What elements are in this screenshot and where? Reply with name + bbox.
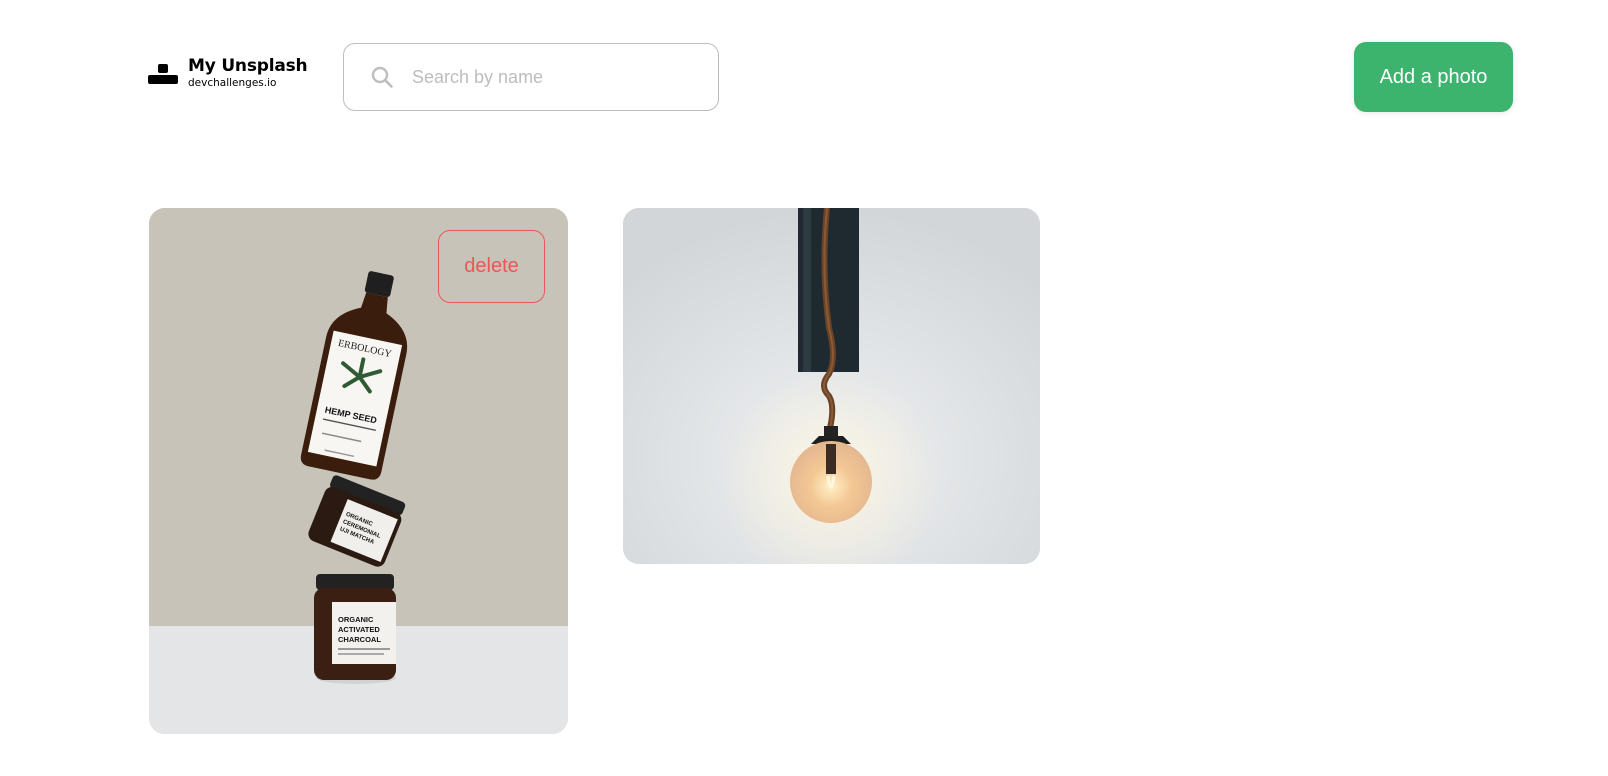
charcoal-jar: ORGANIC ACTIVATED CHARCOAL [314,574,396,680]
jar-2-line-3: CHARCOAL [338,635,381,644]
brand-logo[interactable]: My Unsplash devchallenges.io [148,56,308,89]
photo-card[interactable]: ORGANIC ACTIVATED CHARCOAL ORGANIC CEREM… [149,208,568,734]
search-box[interactable] [343,43,719,111]
pendant-lamp-photo [623,208,1040,564]
delete-button[interactable]: delete [438,230,545,303]
search-input[interactable] [412,66,692,88]
jar-2-line-1: ORGANIC [338,615,374,624]
add-photo-button[interactable]: Add a photo [1354,42,1513,112]
search-icon [371,66,393,88]
brand-subtitle: devchallenges.io [188,77,277,89]
brand-title: My Unsplash [188,56,308,76]
jar-2-line-2: ACTIVATED [338,625,380,634]
photo-card[interactable] [623,208,1040,564]
header: My Unsplash devchallenges.io Add a photo [0,0,1608,150]
unsplash-logo-icon [148,60,178,86]
